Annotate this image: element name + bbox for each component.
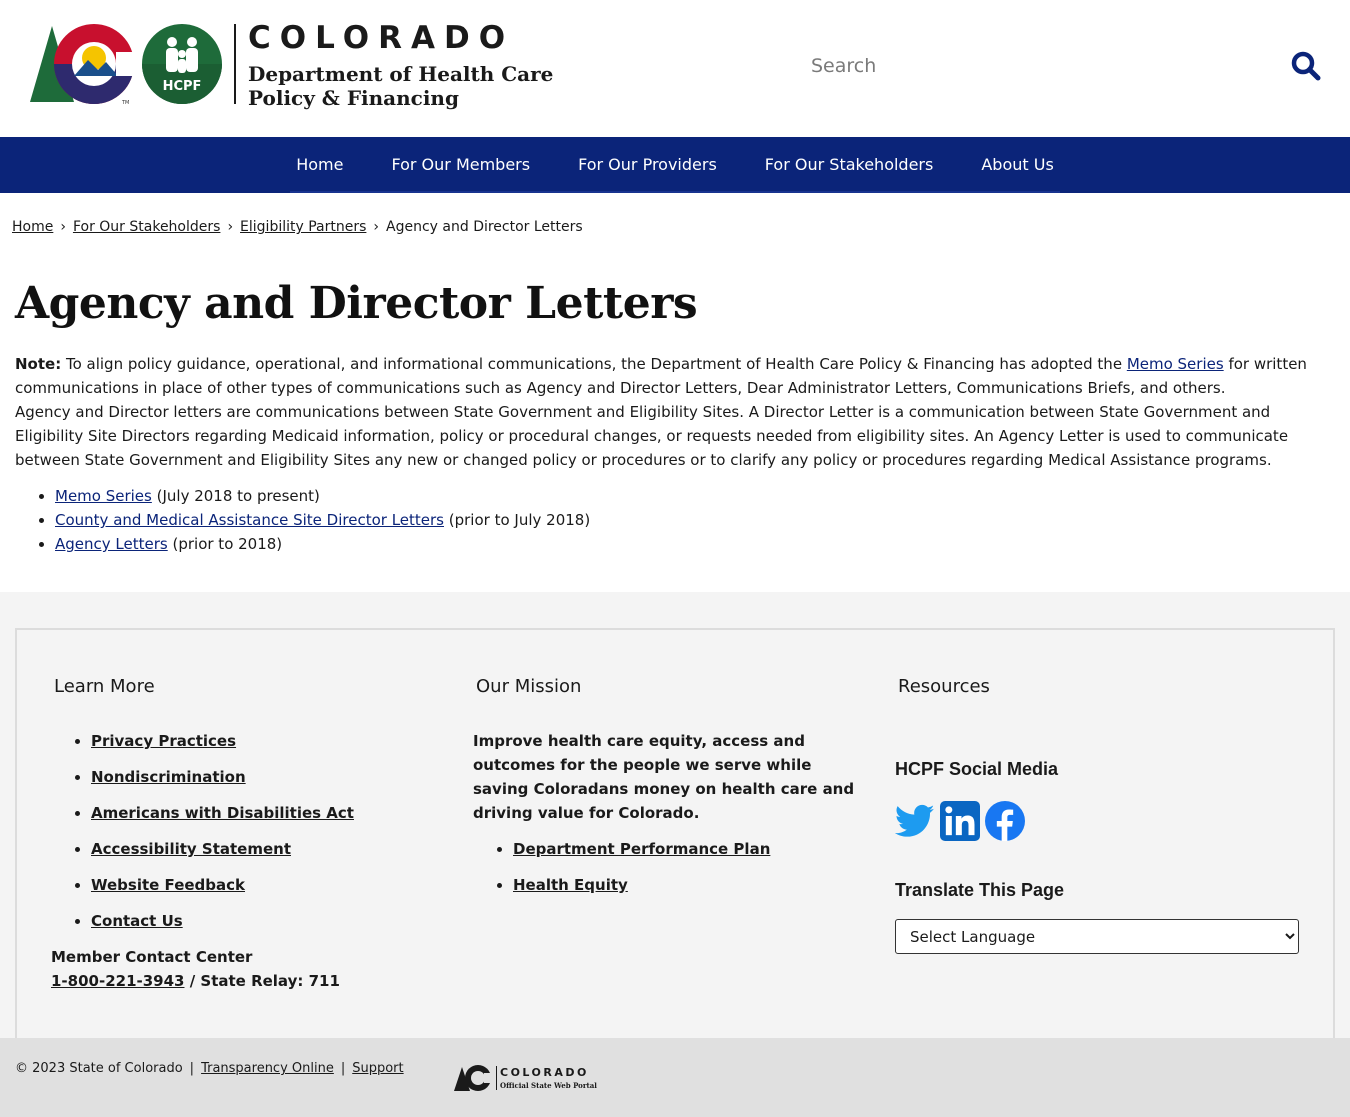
- breadcrumb-current: Agency and Director Letters: [386, 219, 583, 235]
- twitter-icon[interactable]: [895, 801, 935, 841]
- language-select[interactable]: Select Language: [895, 919, 1299, 954]
- note-paragraph: Note: To align policy guidance, operatio…: [15, 352, 1340, 400]
- list-item-note: (July 2018 to present): [151, 487, 320, 505]
- breadcrumb-separator: ›: [60, 219, 66, 235]
- logo-dept-line-1: Department of Health Care: [248, 62, 554, 86]
- list-item: Nondiscrimination: [91, 765, 354, 801]
- logo-wordmark: COLORADO: [248, 20, 515, 56]
- privacy-practices-link[interactable]: Privacy Practices: [91, 732, 236, 750]
- learn-more-heading: Learn More: [54, 676, 155, 697]
- site-header: TM HCPF COLORADO Department of Health Ca…: [0, 0, 1350, 137]
- page-title: Agency and Director Letters: [15, 278, 698, 329]
- memo-series-link[interactable]: Memo Series: [55, 487, 152, 505]
- search-icon[interactable]: [1290, 50, 1322, 82]
- director-letters-link[interactable]: County and Medical Assistance Site Direc…: [55, 511, 444, 529]
- ada-link[interactable]: Americans with Disabilities Act: [91, 804, 354, 822]
- copyright-text: © 2023 State of Colorado: [15, 1061, 183, 1076]
- health-equity-link[interactable]: Health Equity: [513, 876, 628, 894]
- copyright-line: © 2023 State of Colorado | Transparency On…: [15, 1061, 404, 1076]
- mission-links: Department Performance Plan Health Equit…: [513, 837, 770, 909]
- pipe-divider: |: [189, 1061, 195, 1076]
- portal-tagline: Official State Web Portal: [500, 1081, 597, 1090]
- list-item: Privacy Practices: [91, 729, 354, 765]
- list-item: Health Equity: [513, 873, 770, 909]
- logo-dept-line-2: Policy & Financing: [248, 86, 459, 110]
- search-input[interactable]: [796, 40, 1266, 92]
- letters-list: Memo Series (July 2018 to present) Count…: [15, 484, 1340, 556]
- accessibility-statement-link[interactable]: Accessibility Statement: [91, 840, 291, 858]
- department-performance-plan-link[interactable]: Department Performance Plan: [513, 840, 770, 858]
- contact-line: 1-800-221-3943 / State Relay: 711: [51, 969, 340, 993]
- logo-department-name: Department of Health Care Policy & Finan…: [248, 62, 553, 110]
- list-item: Department Performance Plan: [513, 837, 770, 873]
- contact-label: Member Contact Center: [51, 948, 253, 966]
- hcpf-badge-icon: HCPF: [142, 24, 222, 104]
- colorado-portal-logo-icon[interactable]: [454, 1063, 494, 1093]
- bottom-bar: [0, 1038, 1350, 1117]
- breadcrumb: Home › For Our Stakeholders › Eligibility Pa…: [12, 219, 583, 235]
- social-media-heading: HCPF Social Media: [895, 759, 1059, 779]
- breadcrumb-separator: ›: [373, 219, 380, 235]
- breadcrumb-separator: ›: [227, 219, 234, 235]
- note-text-before: To align policy guidance, operational, a…: [61, 355, 1127, 373]
- nav-item-about-us[interactable]: About Us: [957, 137, 1077, 193]
- list-item: County and Medical Assistance Site Direc…: [55, 508, 1340, 532]
- nav-underline: [290, 191, 1060, 193]
- nav-item-for-our-members[interactable]: For Our Members: [367, 137, 554, 193]
- nav-item-home[interactable]: Home: [272, 137, 367, 193]
- hcpf-logo[interactable]: TM HCPF COLORADO Department of Health Ca…: [30, 20, 553, 112]
- contact-relay: / State Relay: 711: [184, 972, 340, 990]
- learn-more-links: Privacy Practices Nondiscrimination Amer…: [91, 729, 354, 945]
- breadcrumb-home[interactable]: Home: [12, 219, 53, 235]
- transparency-online-link[interactable]: Transparency Online: [201, 1061, 334, 1076]
- contact-phone-link[interactable]: 1-800-221-3943: [51, 972, 184, 990]
- nav-item-for-our-providers[interactable]: For Our Providers: [554, 137, 741, 193]
- portal-divider: [496, 1066, 497, 1090]
- search-bar: [796, 40, 1336, 92]
- main-content: Note: To align policy guidance, operatio…: [15, 352, 1340, 556]
- main-navigation: Home For Our Members For Our Providers F…: [0, 137, 1350, 193]
- list-item-note: (prior to July 2018): [444, 511, 591, 529]
- linkedin-icon[interactable]: [940, 801, 980, 841]
- nav-item-for-our-stakeholders[interactable]: For Our Stakeholders: [741, 137, 958, 193]
- list-item-note: (prior to 2018): [167, 535, 283, 553]
- svg-text:HCPF: HCPF: [163, 79, 202, 94]
- list-item: Website Feedback: [91, 873, 354, 909]
- note-label: Note:: [15, 355, 62, 373]
- our-mission-heading: Our Mission: [476, 676, 582, 697]
- list-item: Memo Series (July 2018 to present): [55, 484, 1340, 508]
- note-memo-series-link[interactable]: Memo Series: [1127, 355, 1224, 373]
- mission-text: Improve health care equity, access and o…: [473, 732, 855, 822]
- portal-wordmark: COLORADO: [500, 1066, 589, 1079]
- member-contact-center: Member Contact Center 1-800-221-3943 / S…: [51, 945, 340, 993]
- pipe-divider: |: [340, 1061, 346, 1076]
- facebook-icon[interactable]: [985, 801, 1025, 841]
- resources-heading: Resources: [898, 676, 990, 697]
- support-link[interactable]: Support: [352, 1061, 403, 1076]
- svg-text:TM: TM: [121, 100, 129, 106]
- website-feedback-link[interactable]: Website Feedback: [91, 876, 245, 894]
- list-item: Contact Us: [91, 909, 354, 945]
- list-item: Accessibility Statement: [91, 837, 354, 873]
- translate-heading: Translate This Page: [895, 880, 1065, 900]
- agency-letters-link[interactable]: Agency Letters: [55, 535, 168, 553]
- breadcrumb-eligibility-partners[interactable]: Eligibility Partners: [240, 219, 366, 235]
- list-item: Agency Letters (prior to 2018): [55, 532, 1340, 556]
- list-item: Americans with Disabilities Act: [91, 801, 354, 837]
- colorado-c-logo-icon: TM: [30, 24, 136, 106]
- description-paragraph: Agency and Director letters are communic…: [15, 403, 1289, 469]
- nondiscrimination-link[interactable]: Nondiscrimination: [91, 768, 246, 786]
- breadcrumb-for-our-stakeholders[interactable]: For Our Stakeholders: [73, 219, 220, 235]
- logo-divider: [234, 24, 236, 104]
- contact-us-link[interactable]: Contact Us: [91, 912, 183, 930]
